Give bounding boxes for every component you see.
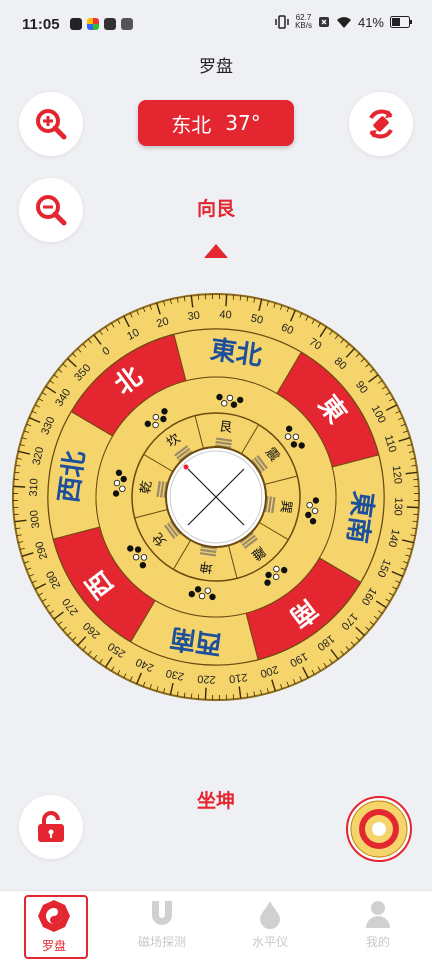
status-bar: 11:05 62.7 KB/s 41% (0, 0, 432, 52)
lock-button[interactable] (19, 795, 83, 859)
degree-label: 220 (197, 672, 216, 685)
battery-percent: 41% (357, 14, 384, 30)
heading-degrees: 37° (225, 111, 261, 135)
tab-magnetic-detect[interactable]: 磁场探测 (108, 891, 216, 964)
notification-icons (70, 18, 133, 30)
tab-label: 水平仪 (251, 935, 288, 949)
degree-label: 40 (219, 309, 232, 322)
water-drop-icon (260, 901, 280, 929)
sim-icon (318, 17, 329, 27)
degree-label: 120 (390, 465, 404, 485)
trigram-label: 艮 (218, 419, 233, 436)
status-right: 62.7 KB/s 41% (275, 14, 412, 30)
magnet-icon (152, 901, 172, 925)
tab-label: 我的 (365, 935, 390, 949)
heading-direction: 东北 (171, 112, 212, 137)
user-icon (366, 901, 390, 928)
degree-label: 300 (28, 509, 42, 529)
degree-label: 310 (28, 478, 41, 497)
app-notification-icon (121, 18, 133, 30)
net-speed: 62.7 KB/s (295, 13, 312, 30)
vibrate-icon (275, 15, 289, 29)
status-time: 11:05 (22, 16, 60, 33)
rotate-icon (369, 109, 393, 139)
lock-icon (38, 811, 64, 842)
app-notification-icon (87, 18, 99, 30)
needle-north-marker (183, 464, 189, 470)
tab-profile[interactable]: 我的 (324, 891, 432, 964)
zoom-in-icon (36, 109, 67, 140)
degree-label: 130 (391, 497, 404, 516)
active-tab-frame (24, 895, 88, 959)
trigram-label: 巽 (277, 499, 294, 514)
compass-style-thumbnail[interactable] (346, 796, 412, 862)
zoom-in-button[interactable] (19, 92, 83, 156)
battery-icon (390, 16, 412, 28)
app-notification-icon (70, 18, 82, 30)
rotate-button[interactable] (349, 92, 413, 156)
north-pointer-icon (204, 244, 228, 258)
heading-display: 东北 37° (138, 100, 294, 146)
wifi-icon (336, 16, 351, 28)
tab-label: 磁场探测 (137, 935, 186, 949)
app-notification-icon (104, 18, 116, 30)
trigram-label: 坤 (199, 558, 214, 575)
facing-label: 向艮 (196, 198, 235, 220)
compass-dial[interactable]: 01020 30 40 5060708090100110120130140150160… (12, 293, 420, 701)
trigram-label: 乾 (138, 480, 155, 495)
tab-level[interactable]: 水平仪 (216, 891, 324, 964)
bottom-tab-bar: 罗盘 磁场探测 水平仪 我的 (0, 890, 432, 964)
degree-label: 30 (187, 310, 201, 323)
degree-label: 210 (228, 671, 248, 685)
page-title: 罗盘 (199, 57, 233, 77)
